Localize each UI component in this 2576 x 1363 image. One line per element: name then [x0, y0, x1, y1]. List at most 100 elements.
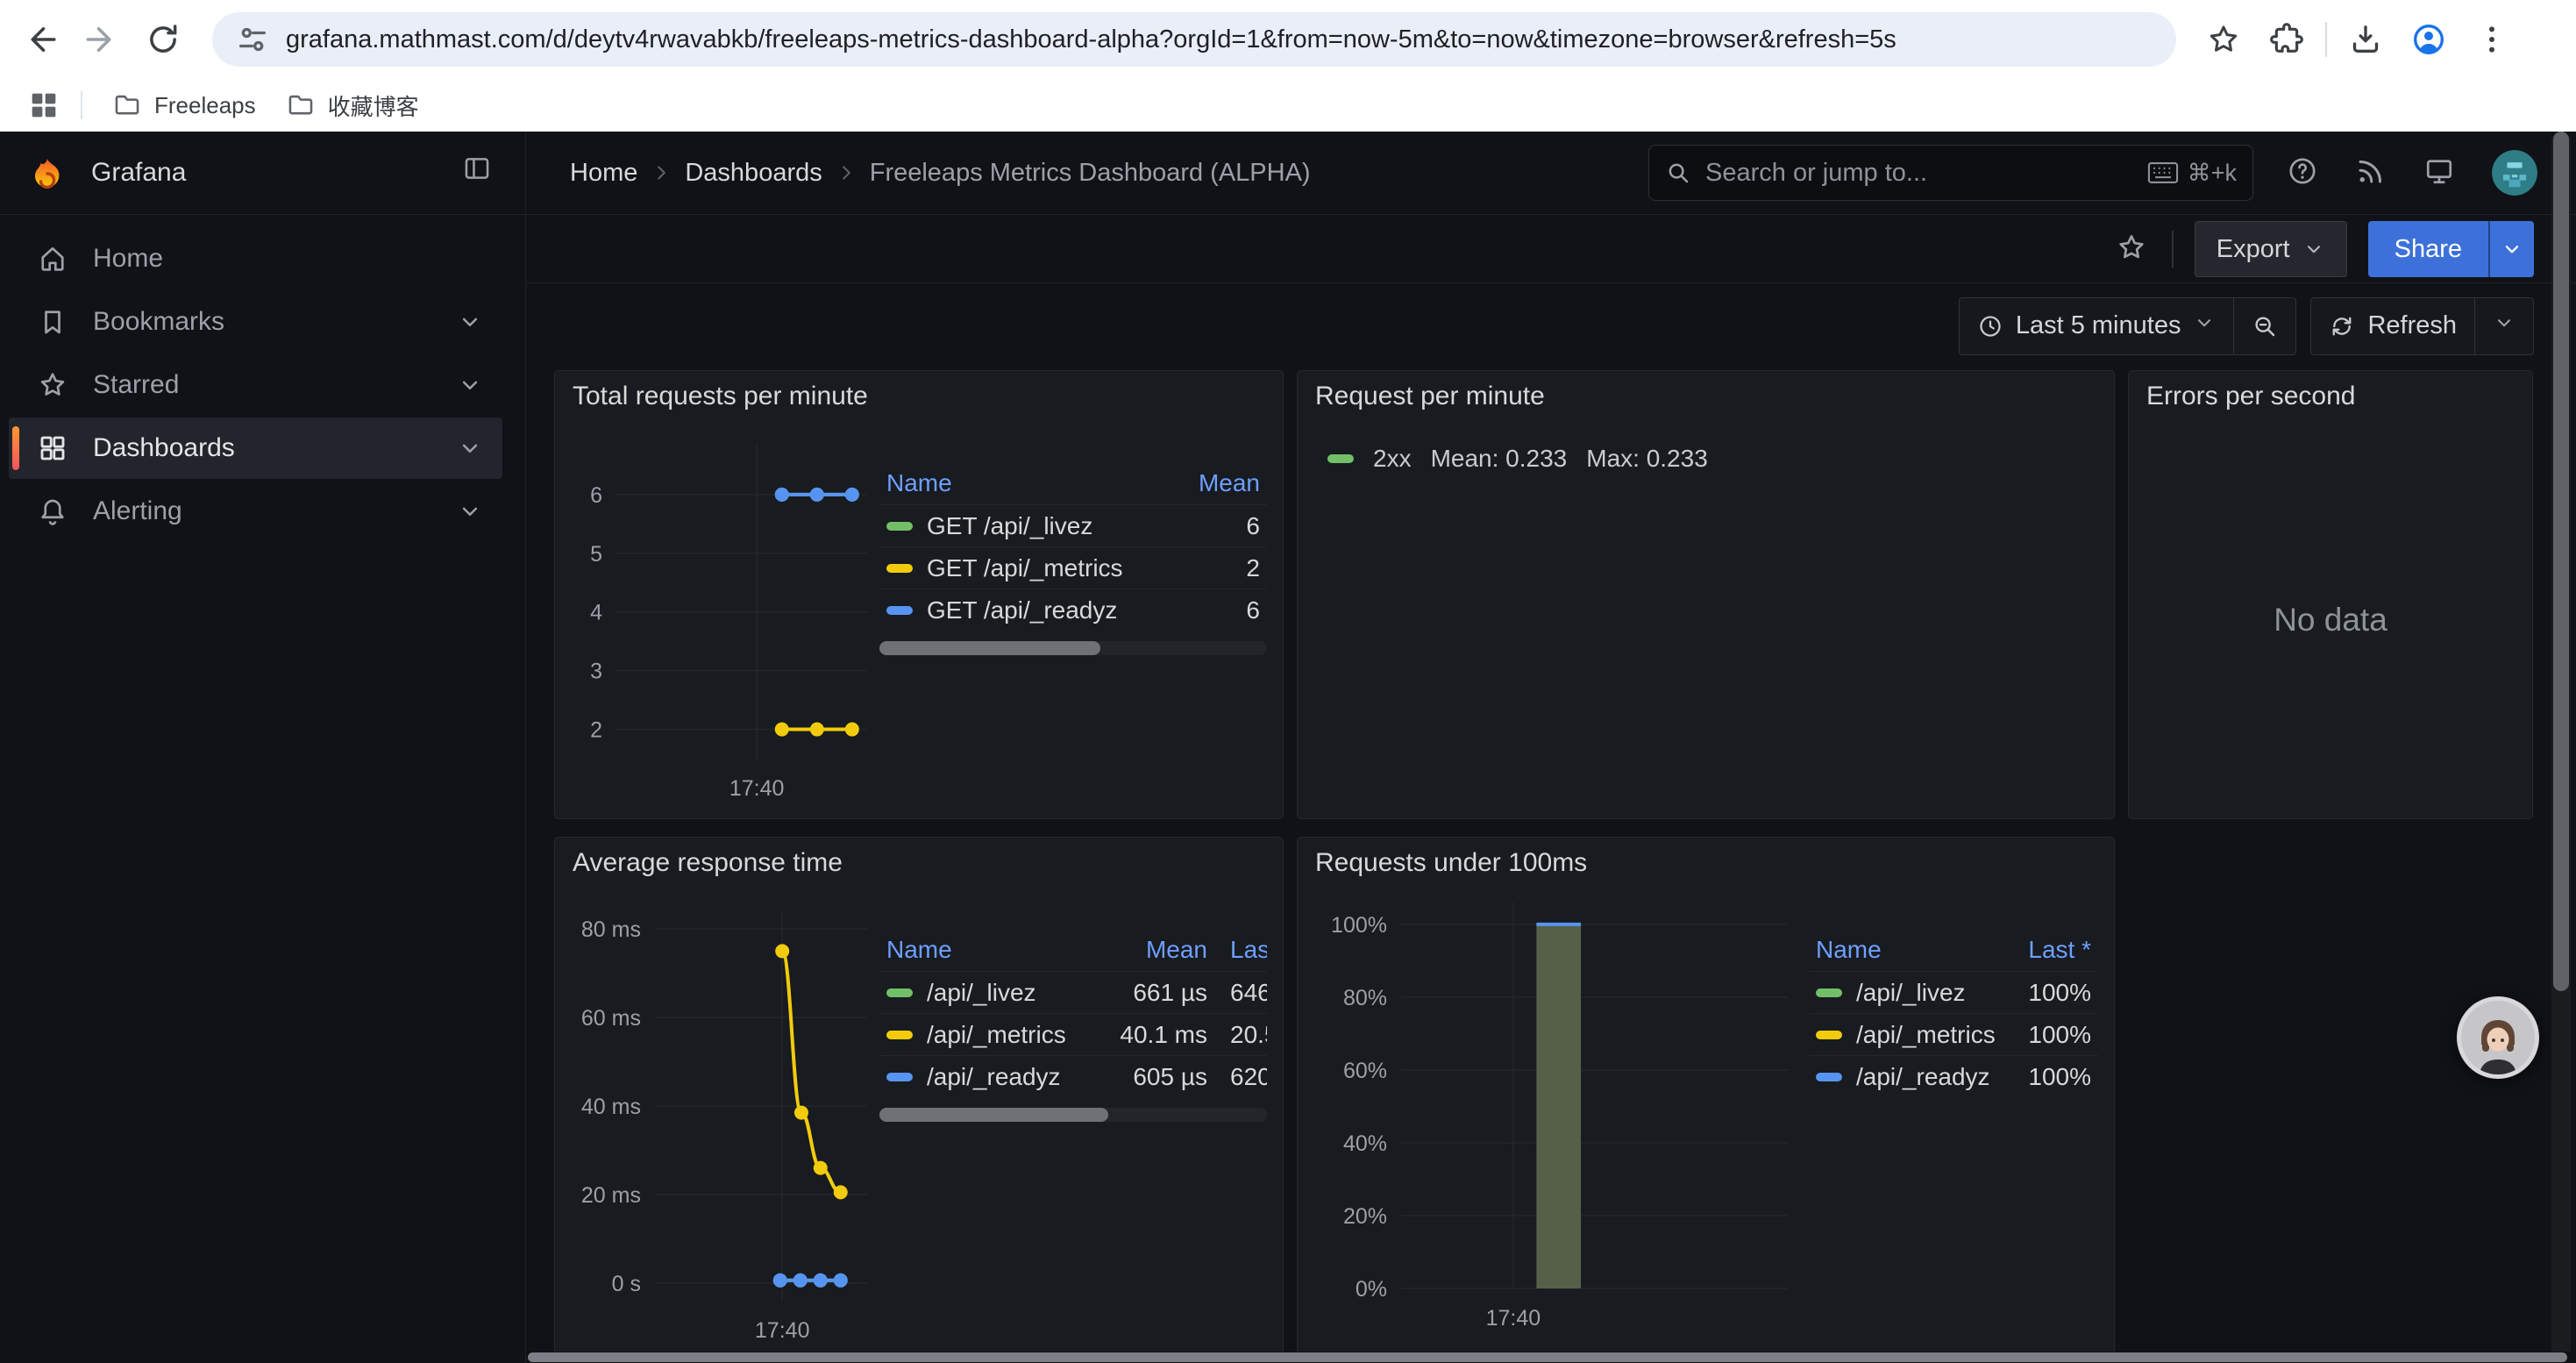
legend-col-name[interactable]: Name — [886, 936, 1085, 964]
browser-forward-icon[interactable] — [77, 15, 126, 64]
series-last: 646 µs — [1230, 979, 1267, 1007]
panel-title[interactable]: Request per minute — [1298, 371, 2114, 422]
sidebar-item-bookmarks[interactable]: Bookmarks — [9, 291, 502, 353]
no-data-message: No data — [2129, 422, 2532, 818]
news-rss-icon[interactable] — [2355, 155, 2390, 190]
profile-icon[interactable] — [2404, 15, 2453, 64]
legend-row[interactable]: /api/_livez 100% — [1809, 971, 2098, 1013]
chevron-down-icon[interactable] — [457, 372, 483, 398]
downloads-icon[interactable] — [2341, 15, 2390, 64]
bookmark-label: 收藏博客 — [328, 89, 419, 122]
legend-row[interactable]: /api/_metrics 40.1 ms 20.5 ms — [879, 1013, 1267, 1055]
series-last: 620 µs — [1230, 1063, 1267, 1091]
search-icon — [1665, 160, 1691, 186]
bookmark-star-icon[interactable] — [2199, 15, 2248, 64]
help-icon[interactable] — [2287, 155, 2322, 190]
panel-title[interactable]: Errors per second — [2129, 371, 2532, 422]
series-mean: 605 µs — [1085, 1063, 1207, 1091]
site-settings-icon[interactable] — [235, 22, 270, 57]
legend-row[interactable]: GET /api/_metrics 2 — [879, 546, 1267, 589]
sidebar-item-home[interactable]: Home — [9, 228, 502, 289]
legend-col-mean[interactable]: Mean — [1158, 469, 1260, 497]
bookmark-folder-freeleaps[interactable]: Freeleaps — [112, 90, 256, 120]
horizontal-scrollbar-thumb[interactable] — [528, 1352, 2567, 1362]
series-swatch — [886, 1073, 913, 1081]
export-label: Export — [2217, 235, 2290, 264]
apps-grid-icon[interactable] — [26, 88, 61, 123]
chevron-down-icon[interactable] — [457, 435, 483, 461]
folder-icon — [286, 90, 316, 120]
search-input[interactable]: Search or jump to... ⌘+k — [1648, 145, 2253, 201]
favorite-star-icon[interactable] — [2116, 232, 2151, 267]
sidebar-item-label: Bookmarks — [93, 307, 457, 337]
grafana-brand[interactable]: Grafana — [91, 158, 462, 188]
series-name: GET /api/_readyz — [927, 596, 1158, 624]
legend-col-name[interactable]: Name — [886, 469, 1158, 497]
svg-text:80%: 80% — [1343, 986, 1387, 1010]
export-button[interactable]: Export — [2195, 221, 2347, 277]
breadcrumb-home[interactable]: Home — [570, 159, 637, 188]
floating-assistant-avatar[interactable] — [2457, 996, 2539, 1079]
legend-scrollbar-thumb[interactable] — [879, 641, 1100, 655]
legend-bottom[interactable]: 2xx Mean: 0.233 Max: 0.233 — [1313, 438, 2098, 480]
under-100ms-chart[interactable]: 100%80%60%40%20%0%17:40 — [1313, 888, 1809, 1357]
legend-col-name[interactable]: Name — [1816, 936, 1995, 964]
vertical-scrollbar-thumb[interactable] — [2553, 132, 2569, 991]
share-button[interactable]: Share — [2368, 221, 2488, 277]
chevron-down-icon[interactable] — [457, 498, 483, 525]
legend-col-last[interactable]: Last * — [1230, 936, 1267, 964]
total-requests-chart[interactable]: 6543217:40 — [571, 422, 879, 813]
bookmark-icon — [37, 306, 68, 338]
url-text[interactable]: grafana.mathmast.com/d/deytv4rwavabkb/fr… — [286, 25, 1896, 54]
request-per-minute-chart[interactable]: 0.250.20.150.10.05017:37:0017:38:0017:39… — [1313, 422, 2098, 438]
refresh-button[interactable]: Refresh — [2311, 298, 2474, 354]
horizontal-scrollbar[interactable] — [526, 1352, 2576, 1363]
series-last: 100% — [1995, 979, 2091, 1007]
vertical-scrollbar[interactable] — [2551, 132, 2571, 1363]
sidebar-item-starred[interactable]: Starred — [9, 354, 502, 416]
panel-title[interactable]: Requests under 100ms — [1298, 838, 2114, 888]
browser-menu-icon[interactable] — [2467, 15, 2516, 64]
svg-text:60 ms: 60 ms — [581, 1006, 641, 1031]
user-avatar[interactable] — [2492, 150, 2537, 196]
sidebar-item-dashboards[interactable]: Dashboards — [9, 417, 502, 479]
extensions-icon[interactable] — [2262, 15, 2311, 64]
sidebar-item-alerting[interactable]: Alerting — [9, 481, 502, 542]
svg-text:5: 5 — [590, 542, 602, 567]
refresh-interval-chevron[interactable] — [2474, 298, 2533, 354]
grafana-top-nav: Grafana Home Dashboards Freeleaps Metric… — [0, 132, 2576, 215]
legend-row[interactable]: /api/_readyz 100% — [1809, 1055, 2098, 1097]
panel-title[interactable]: Average response time — [555, 838, 1283, 888]
legend-scrollbar[interactable] — [879, 641, 1267, 655]
chevron-down-icon[interactable] — [457, 309, 483, 335]
keyboard-icon — [2147, 160, 2179, 186]
legend-row[interactable]: GET /api/_readyz 6 — [879, 589, 1267, 631]
sidebar-item-label: Alerting — [93, 496, 457, 526]
legend-row[interactable]: /api/_livez 661 µs 646 µs — [879, 971, 1267, 1013]
browser-reload-icon[interactable] — [139, 15, 188, 64]
breadcrumb-dashboards[interactable]: Dashboards — [685, 159, 822, 188]
zoom-out-button[interactable] — [2233, 298, 2295, 354]
kiosk-monitor-icon[interactable] — [2423, 155, 2459, 190]
browser-actions — [2199, 15, 2516, 64]
legend-row[interactable]: /api/_readyz 605 µs 620 µs — [879, 1055, 1267, 1097]
legend-row[interactable]: GET /api/_livez 6 — [879, 504, 1267, 546]
address-bar[interactable]: grafana.mathmast.com/d/deytv4rwavabkb/fr… — [212, 12, 2176, 67]
grafana-logo[interactable] — [26, 150, 68, 196]
bookmark-folder-blogs[interactable]: 收藏博客 — [286, 89, 419, 122]
share-menu-chevron[interactable] — [2488, 221, 2534, 277]
legend-col-last[interactable]: Last * — [1995, 936, 2091, 964]
refresh-label: Refresh — [2367, 311, 2457, 340]
panel-total-requests: Total requests per minute 6543217:40 Nam… — [554, 370, 1284, 819]
legend-scrollbar-thumb[interactable] — [879, 1108, 1108, 1122]
series-name: /api/_metrics — [1856, 1021, 1995, 1049]
avg-response-time-chart[interactable]: 80 ms60 ms40 ms20 ms0 s17:40 — [571, 888, 879, 1357]
legend-row[interactable]: /api/_metrics 100% — [1809, 1013, 2098, 1055]
browser-back-icon[interactable] — [16, 15, 65, 64]
panel-title[interactable]: Total requests per minute — [555, 371, 1283, 422]
svg-text:17:40: 17:40 — [755, 1318, 810, 1343]
legend-scrollbar[interactable] — [879, 1108, 1267, 1122]
dock-menu-icon[interactable] — [462, 153, 501, 192]
time-range-picker[interactable]: Last 5 minutes — [1960, 298, 2234, 354]
legend-col-mean[interactable]: Mean — [1085, 936, 1207, 964]
